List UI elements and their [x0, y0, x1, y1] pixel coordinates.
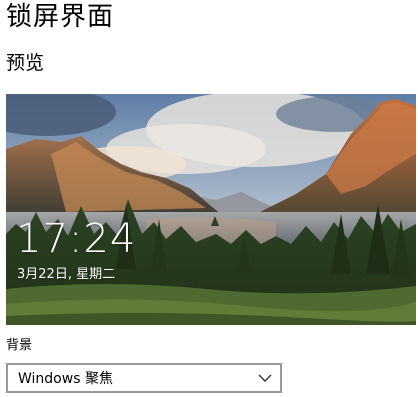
landscape-image: [6, 94, 416, 325]
page-title: 锁屏界面: [6, 2, 115, 32]
lock-screen-date: 3月22日, 星期二: [17, 267, 116, 282]
preview-heading: 预览: [6, 52, 45, 74]
background-dropdown[interactable]: Windows 聚焦: [6, 363, 282, 393]
chevron-down-icon: [258, 374, 272, 382]
lock-screen-preview: 17:24 3月22日, 星期二: [6, 94, 416, 325]
background-dropdown-value: Windows 聚焦: [18, 371, 113, 387]
background-label: 背景: [6, 338, 33, 353]
lock-screen-settings-page: 锁屏界面 预览 17:24 3月22日, 星期二 背景 Windows 聚焦: [0, 0, 418, 397]
lock-screen-time: 17:24: [16, 216, 137, 262]
